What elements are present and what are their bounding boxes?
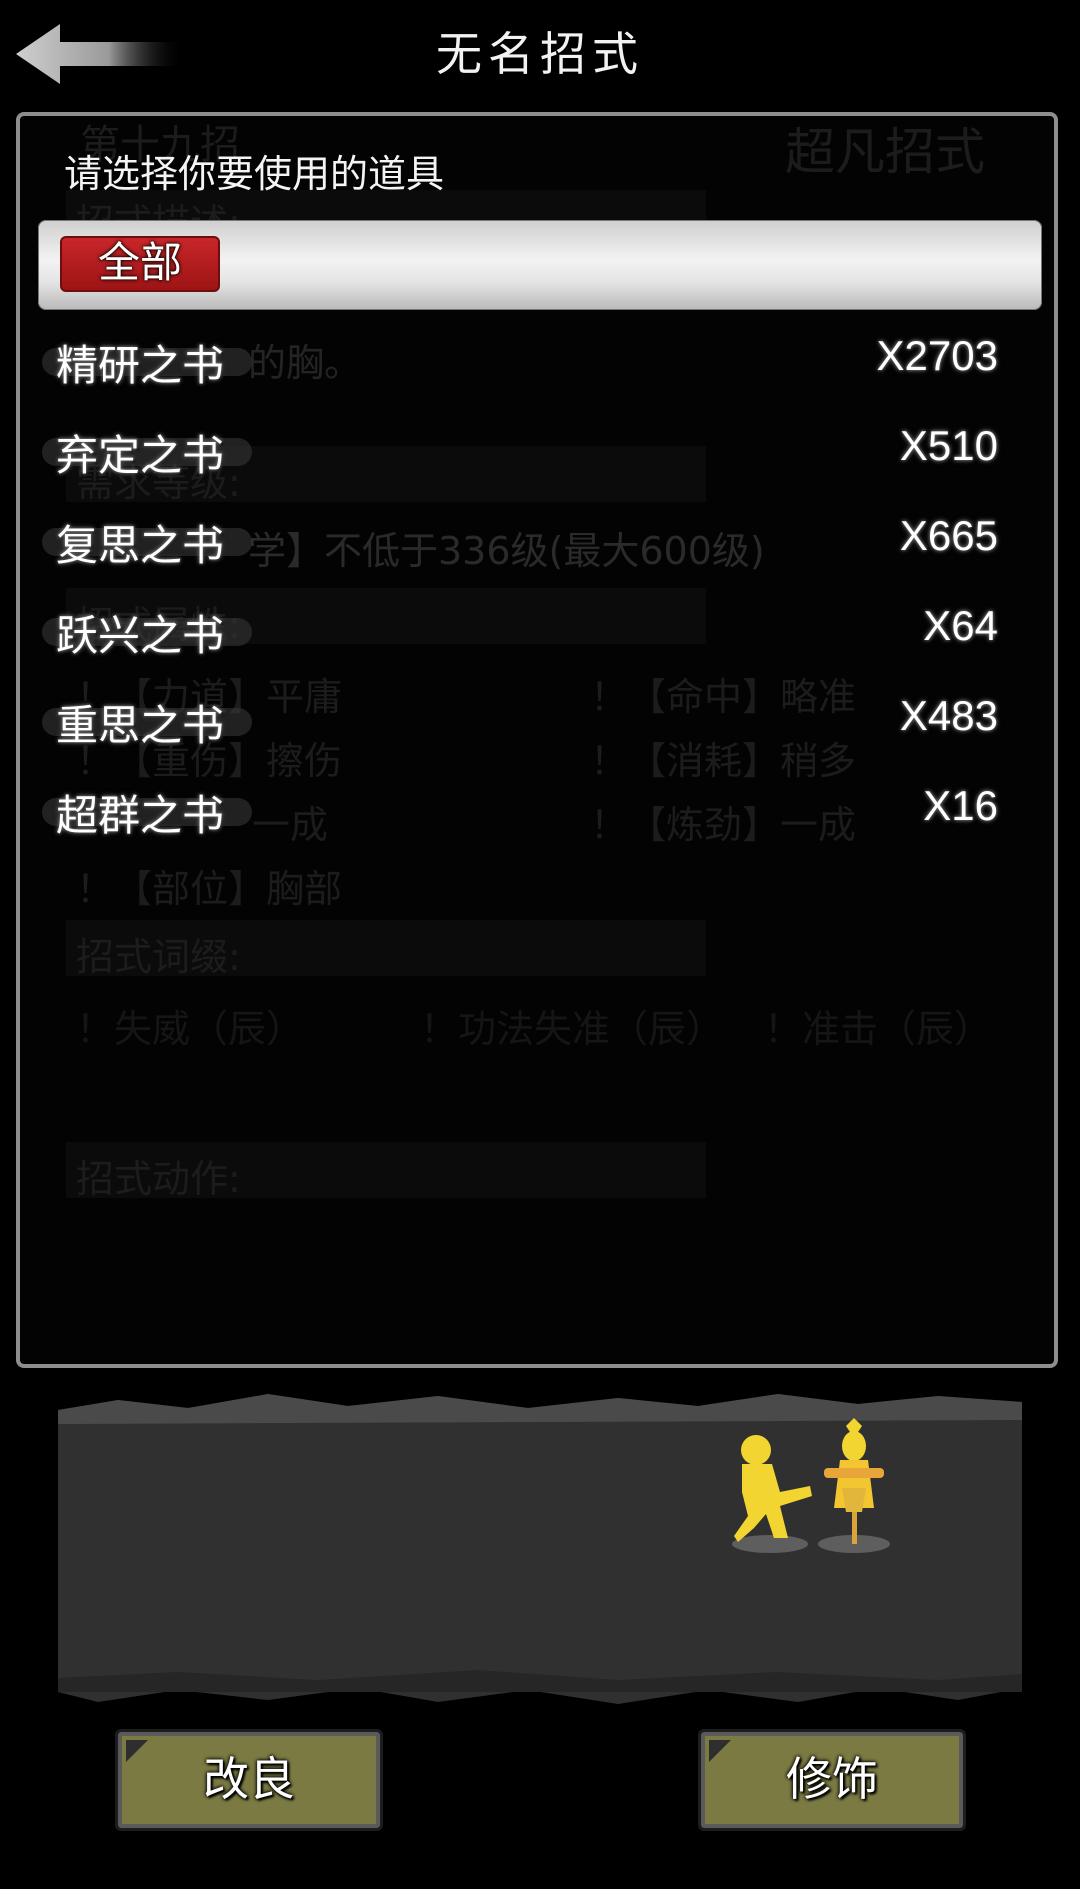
item-row[interactable]: 超群之书 X16 — [38, 776, 998, 846]
item-row[interactable]: 重思之书 X483 — [38, 686, 998, 756]
item-select-prompt: 请选择你要使用的道具 — [64, 152, 445, 196]
item-name: 复思之书 — [56, 521, 225, 570]
item-row[interactable]: 跃兴之书 X64 — [38, 596, 998, 666]
improve-button-label: 改良 — [203, 1752, 295, 1806]
item-row[interactable]: 复思之书 X665 — [38, 506, 998, 576]
affix-1: ！失威（辰） — [76, 1007, 305, 1051]
item-quantity: X2703 — [876, 332, 998, 379]
attr-part: ！【部位】胸部 — [76, 867, 343, 911]
item-row[interactable]: 精研之书 X2703 — [38, 326, 998, 396]
item-row[interactable]: 弃定之书 X510 — [38, 416, 998, 486]
item-quantity: X483 — [899, 692, 998, 739]
move-grade: 超凡招式 — [785, 123, 985, 181]
affix-label: 招式词缀: — [76, 935, 241, 979]
item-quantity: X665 — [899, 512, 998, 559]
item-name: 跃兴之书 — [56, 611, 225, 660]
item-name: 重思之书 — [56, 701, 225, 750]
filter-all-tab[interactable]: 全部 — [60, 236, 220, 292]
item-quantity: X510 — [899, 422, 998, 469]
page-title: 无名招式 — [436, 27, 644, 81]
corner-notch — [126, 1740, 148, 1762]
action-label: 招式动作: — [76, 1157, 241, 1201]
improve-button[interactable]: 改良 — [115, 1729, 383, 1831]
decorate-button[interactable]: 修饰 — [698, 1729, 966, 1831]
affix-3: ！准击（辰） — [764, 1007, 993, 1051]
fighter-shadow — [732, 1535, 808, 1553]
move-preview-scene — [58, 1388, 1022, 1706]
item-quantity: X16 — [923, 782, 998, 829]
item-name: 超群之书 — [56, 791, 225, 840]
item-name: 精研之书 — [56, 341, 225, 390]
decorate-button-label: 修饰 — [786, 1752, 878, 1806]
corner-notch — [709, 1740, 731, 1762]
item-quantity: X64 — [923, 602, 998, 649]
affix-2: ！功法失准（辰） — [420, 1007, 725, 1051]
item-name: 弃定之书 — [56, 431, 225, 480]
